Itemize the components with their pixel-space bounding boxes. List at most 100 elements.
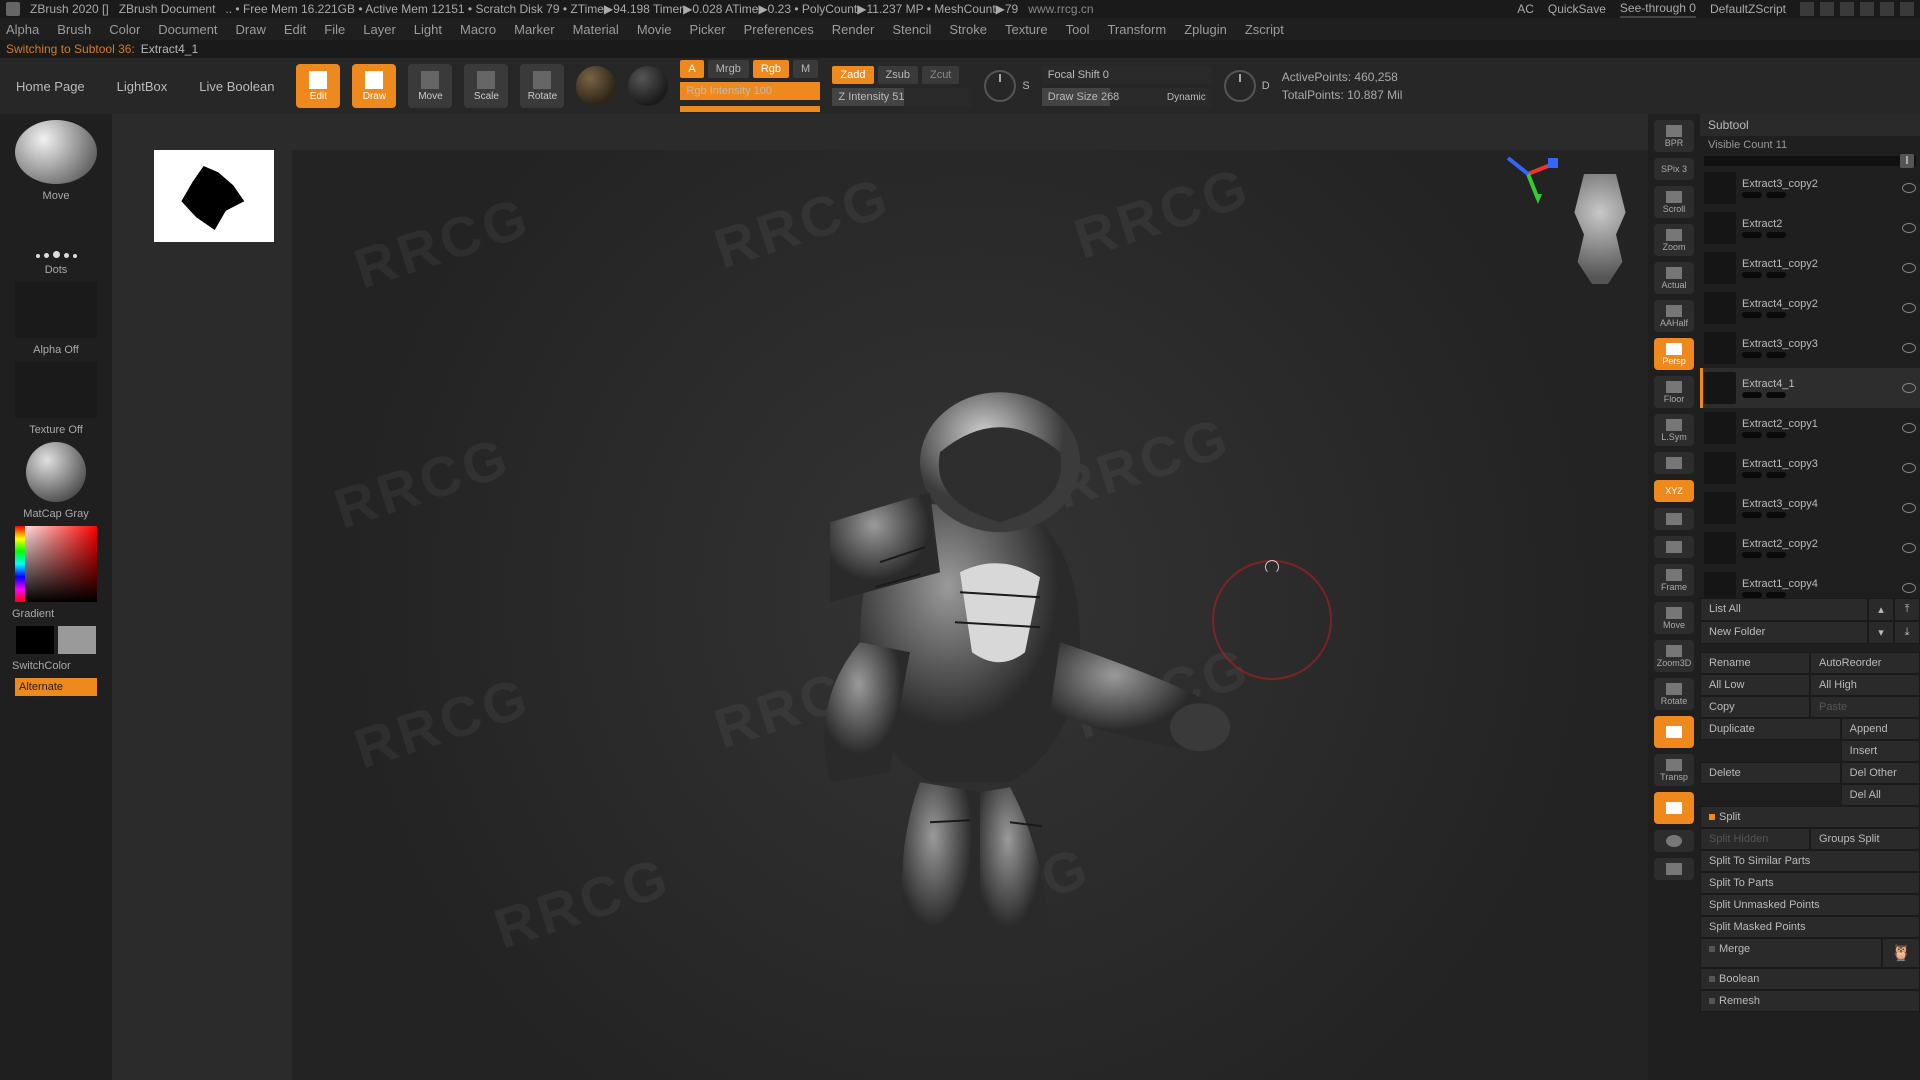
subtool-item[interactable]: Extract3_copy4	[1700, 488, 1920, 528]
secondary-swatch[interactable]	[58, 626, 96, 654]
maximize-icon[interactable]	[1880, 2, 1894, 16]
subtool-item[interactable]: Extract4_copy2	[1700, 288, 1920, 328]
rotate-mode-button[interactable]: Rotate	[520, 64, 564, 108]
minimize-icon[interactable]	[1860, 2, 1874, 16]
scroll-button[interactable]: Scroll	[1654, 186, 1694, 218]
all-high-button[interactable]: All High	[1810, 674, 1920, 696]
rgb-intensity-slider[interactable]: Rgb Intensity 100	[680, 82, 820, 100]
menu-zplugin[interactable]: Zplugin	[1184, 22, 1227, 37]
visibility-eye-icon[interactable]	[1902, 423, 1916, 433]
visibility-eye-icon[interactable]	[1902, 503, 1916, 513]
rotate3d-button[interactable]: Rotate	[1654, 678, 1694, 710]
xpose-button[interactable]	[1654, 536, 1694, 558]
persp-button[interactable]: Persp	[1654, 338, 1694, 370]
draw-polyframe-button[interactable]	[1654, 716, 1694, 748]
menu-icon[interactable]	[1800, 2, 1814, 16]
polyf-button[interactable]	[1654, 452, 1694, 474]
split-similar-button[interactable]: Split To Similar Parts	[1700, 850, 1920, 872]
subtool-header[interactable]: Subtool	[1700, 114, 1920, 136]
home-page-button[interactable]: Home Page	[6, 66, 95, 106]
frame-button[interactable]: Frame	[1654, 564, 1694, 596]
sphere-preview-button[interactable]	[1654, 830, 1694, 852]
visibility-eye-icon[interactable]	[1902, 263, 1916, 273]
menu-draw[interactable]: Draw	[236, 22, 266, 37]
menu-texture[interactable]: Texture	[1005, 22, 1048, 37]
new-folder-button[interactable]: New Folder	[1700, 621, 1868, 644]
split-unmasked-button[interactable]: Split Unmasked Points	[1700, 894, 1920, 916]
texture-slot[interactable]	[15, 362, 97, 418]
visibility-eye-icon[interactable]	[1902, 223, 1916, 233]
s-knob[interactable]	[984, 70, 1016, 102]
color-swatches[interactable]	[16, 626, 96, 654]
transp-button[interactable]: Transp	[1654, 754, 1694, 786]
brush-thumbnail[interactable]	[15, 120, 97, 184]
menu-light[interactable]: Light	[414, 22, 442, 37]
grid-preview-button[interactable]	[1654, 858, 1694, 880]
menu-alpha[interactable]: Alpha	[6, 22, 39, 37]
split-parts-button[interactable]: Split To Parts	[1700, 872, 1920, 894]
arrow-up2-icon[interactable]: ⤒	[1894, 598, 1920, 621]
visibility-eye-icon[interactable]	[1902, 183, 1916, 193]
subtool-item[interactable]: Extract2	[1700, 208, 1920, 248]
switch-color-button[interactable]: SwitchColor	[6, 660, 71, 672]
visibility-eye-icon[interactable]	[1902, 383, 1916, 393]
zsub-button[interactable]: Zsub	[878, 66, 918, 84]
bpr-button[interactable]: BPR	[1654, 120, 1694, 152]
actual-button[interactable]: Actual	[1654, 262, 1694, 294]
split-hidden-button[interactable]: Split Hidden	[1700, 828, 1810, 850]
m-button[interactable]: M	[793, 60, 818, 78]
menu-icon[interactable]	[1820, 2, 1834, 16]
paste-button[interactable]: Paste	[1810, 696, 1920, 718]
subtool-item[interactable]: Extract1_copy4	[1700, 568, 1920, 598]
lightbox-button[interactable]: LightBox	[107, 66, 178, 106]
ghost-button[interactable]	[1654, 792, 1694, 824]
menu-brush[interactable]: Brush	[57, 22, 91, 37]
arrow-up-icon[interactable]: ▴	[1868, 598, 1894, 621]
zadd-button[interactable]: Zadd	[832, 66, 873, 84]
sculptris-sphere-icon[interactable]	[628, 66, 668, 106]
insert-button[interactable]: Insert	[1841, 740, 1920, 762]
spix-button[interactable]: SPix 3	[1654, 158, 1694, 180]
visibility-eye-icon[interactable]	[1902, 583, 1916, 593]
lsym-button[interactable]: L.Sym	[1654, 414, 1694, 446]
focal-shift-slider[interactable]: Focal Shift 0	[1042, 66, 1212, 84]
arrow-down-icon[interactable]: ▾	[1868, 621, 1894, 644]
draw-mode-button[interactable]: Draw	[352, 64, 396, 108]
copy-button[interactable]: Copy	[1700, 696, 1810, 718]
solo-button[interactable]	[1654, 508, 1694, 530]
rename-button[interactable]: Rename	[1700, 652, 1810, 674]
all-low-button[interactable]: All Low	[1700, 674, 1810, 696]
groups-split-button[interactable]: Groups Split	[1810, 828, 1920, 850]
subtool-scroll-slider[interactable]	[1704, 156, 1916, 166]
visibility-eye-icon[interactable]	[1902, 463, 1916, 473]
move3d-button[interactable]: Move	[1654, 602, 1694, 634]
d-knob[interactable]	[1224, 70, 1256, 102]
gizmo-sphere-icon[interactable]	[576, 66, 616, 106]
menu-edit[interactable]: Edit	[284, 22, 306, 37]
menu-transform[interactable]: Transform	[1107, 22, 1166, 37]
menu-macro[interactable]: Macro	[460, 22, 496, 37]
edit-mode-button[interactable]: Edit	[296, 64, 340, 108]
menu-tool[interactable]: Tool	[1066, 22, 1090, 37]
list-all-button[interactable]: List All	[1700, 598, 1868, 621]
boolean-section[interactable]: Boolean	[1700, 968, 1920, 990]
menu-document[interactable]: Document	[158, 22, 217, 37]
menu-file[interactable]: File	[324, 22, 345, 37]
del-all-button[interactable]: Del All	[1841, 784, 1920, 806]
menu-material[interactable]: Material	[573, 22, 619, 37]
color-picker[interactable]	[15, 526, 97, 602]
subtool-item[interactable]: Extract3_copy3	[1700, 328, 1920, 368]
rgb-button[interactable]: Rgb	[753, 60, 789, 78]
main-swatch[interactable]	[16, 626, 54, 654]
mrgb-button[interactable]: Mrgb	[708, 60, 749, 78]
zoom3d-button[interactable]: Zoom3D	[1654, 640, 1694, 672]
menu-layer[interactable]: Layer	[363, 22, 396, 37]
axis-gizmo-icon[interactable]	[1498, 144, 1558, 204]
gradient-label[interactable]: Gradient	[6, 608, 54, 620]
close-icon[interactable]	[1900, 2, 1914, 16]
zcut-button[interactable]: Zcut	[922, 66, 959, 84]
see-through-slider[interactable]: See-through 0	[1620, 1, 1696, 18]
document-thumbnail[interactable]	[154, 150, 274, 242]
autoreorder-button[interactable]: AutoReorder	[1810, 652, 1920, 674]
quicksave-button[interactable]: QuickSave	[1548, 2, 1606, 16]
